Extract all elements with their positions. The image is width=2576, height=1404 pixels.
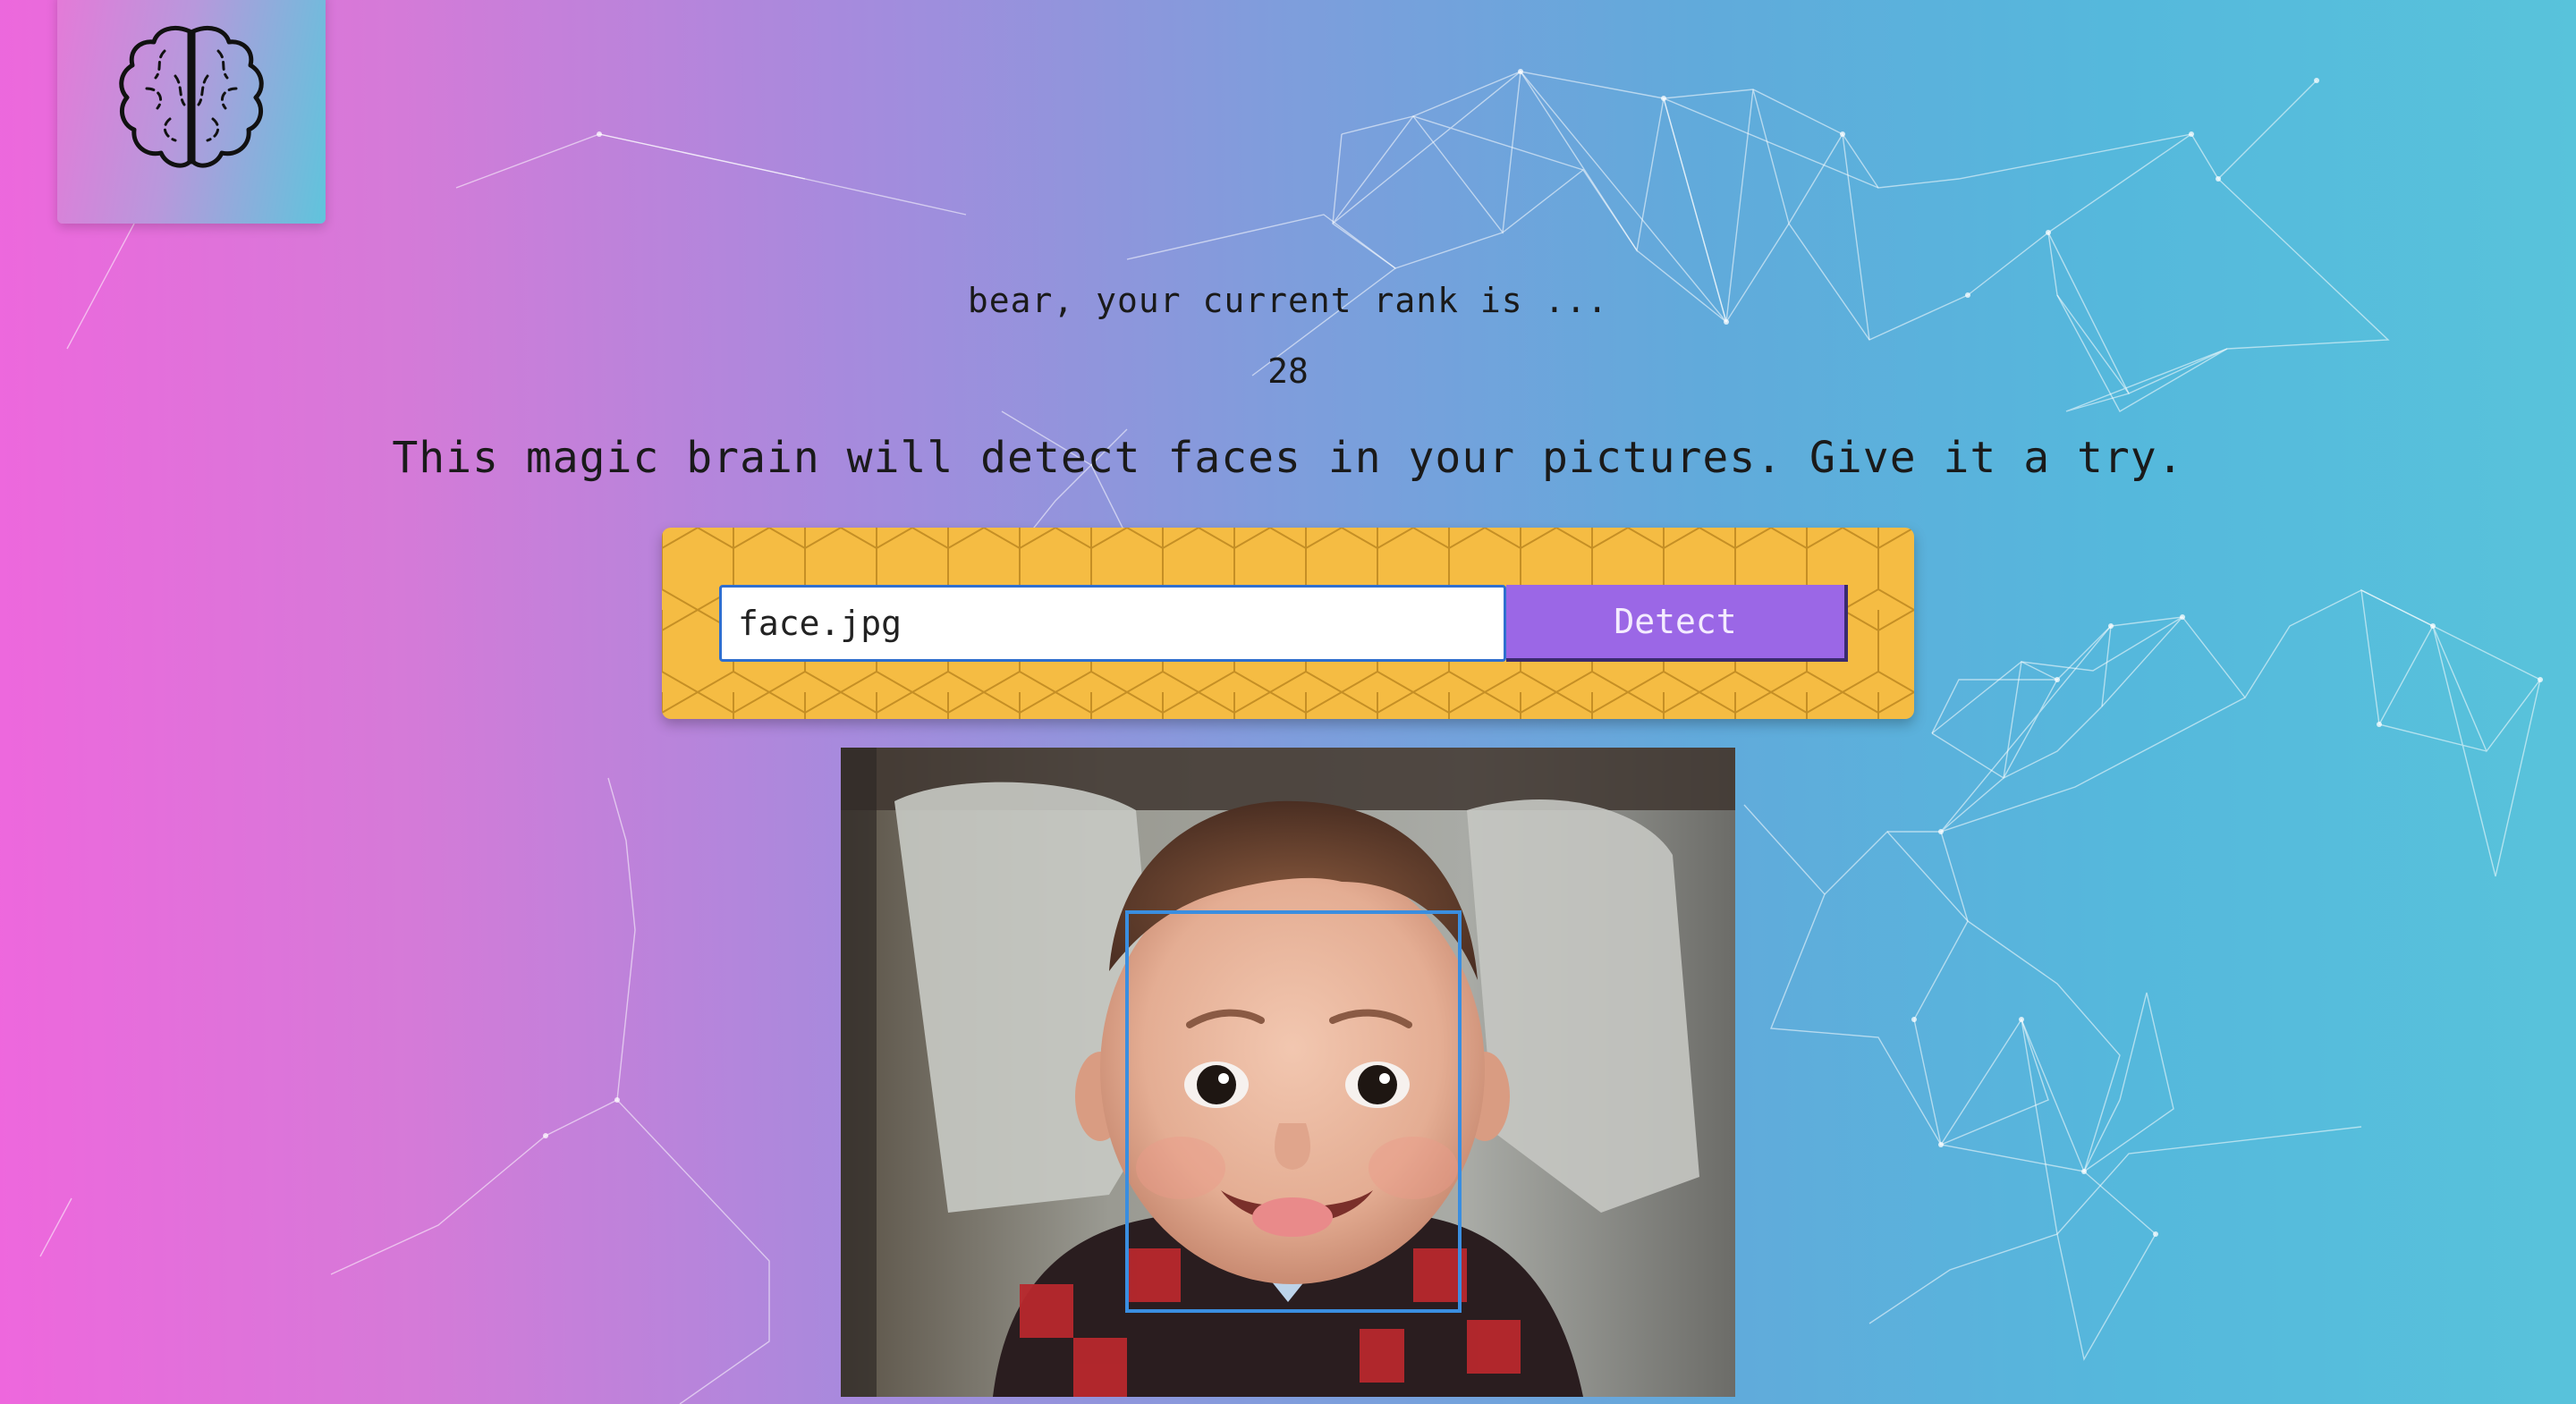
image-url-form-panel: Detect bbox=[662, 528, 1914, 719]
rank-message: bear, your current rank is ... bbox=[967, 281, 1609, 320]
rank-value: 28 bbox=[1267, 351, 1309, 391]
image-url-input[interactable] bbox=[719, 585, 1506, 662]
logo-card[interactable] bbox=[57, 0, 326, 224]
input-row: Detect bbox=[719, 585, 1848, 662]
intro-text: This magic brain will detect faces in yo… bbox=[392, 433, 2184, 483]
detect-button[interactable]: Detect bbox=[1506, 585, 1848, 662]
detected-image bbox=[841, 748, 1735, 1397]
baby-photo bbox=[841, 748, 1735, 1397]
brain-icon bbox=[119, 26, 264, 168]
